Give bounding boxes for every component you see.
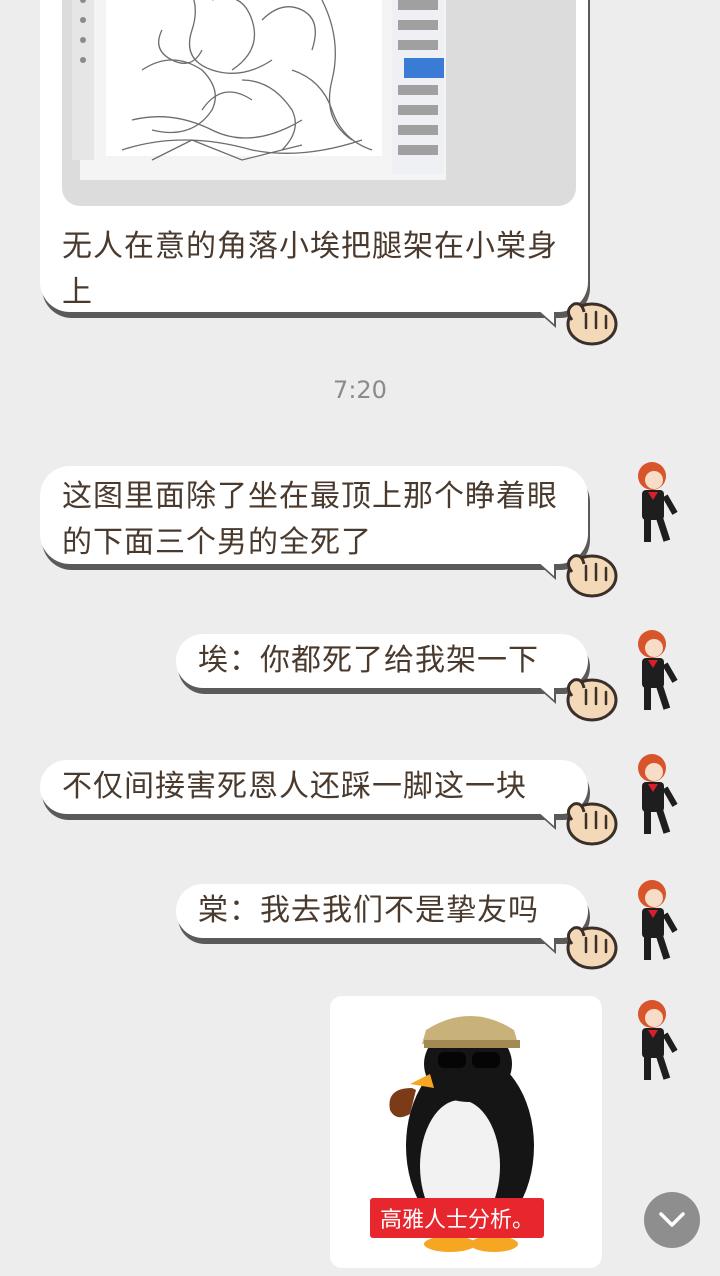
- message-text: 这图里面除了坐在最顶上那个睁着眼的下面三个男的全死了: [62, 479, 558, 560]
- message-text: 不仅间接害死恩人还踩一脚这一块: [62, 769, 527, 804]
- shared-image[interactable]: [62, 0, 576, 206]
- character-avatar[interactable]: [626, 874, 688, 966]
- character-avatar[interactable]: [626, 624, 688, 716]
- paw-hand-icon: [566, 802, 618, 846]
- character-avatar[interactable]: [626, 994, 688, 1086]
- bubble-tail: [536, 560, 554, 576]
- bubble-tail: [536, 934, 554, 950]
- message-bubble-4[interactable]: 不仅间接害死恩人还踩一脚这一块: [40, 760, 588, 826]
- paw-hand-icon: [566, 926, 618, 970]
- message-bubble-3[interactable]: 埃：你都死了给我架一下: [176, 634, 588, 700]
- message-bubble-2[interactable]: 这图里面除了坐在最顶上那个睁着眼的下面三个男的全死了: [40, 466, 588, 576]
- character-avatar[interactable]: [626, 748, 688, 840]
- paw-hand-icon: [566, 554, 618, 598]
- paw-hand-icon: [566, 678, 618, 722]
- character-avatar[interactable]: [626, 456, 688, 548]
- message-text: 无人在意的角落小埃把腿架在小棠身上: [62, 229, 558, 310]
- bubble-tail: [536, 684, 554, 700]
- message-text: 棠：我去我们不是挚友吗: [198, 893, 539, 928]
- bubble-tail: [536, 810, 554, 826]
- chevron-down-icon: [659, 1212, 685, 1227]
- scroll-to-bottom-button[interactable]: [644, 1192, 700, 1248]
- sticker-message[interactable]: 高雅人士分析。: [330, 996, 602, 1268]
- message-text: 埃：你都死了给我架一下: [198, 643, 539, 678]
- paw-hand-icon: [566, 302, 618, 346]
- sticker-caption: 高雅人士分析。: [370, 1198, 545, 1238]
- bubble-tail: [536, 308, 554, 324]
- message-bubble-5[interactable]: 棠：我去我们不是挚友吗: [176, 884, 588, 950]
- message-bubble-1[interactable]: 无人在意的角落小埃把腿架在小棠身上: [40, 0, 588, 324]
- timestamp: 7:20: [333, 376, 387, 404]
- drawing-app-screenshot: [72, 0, 446, 180]
